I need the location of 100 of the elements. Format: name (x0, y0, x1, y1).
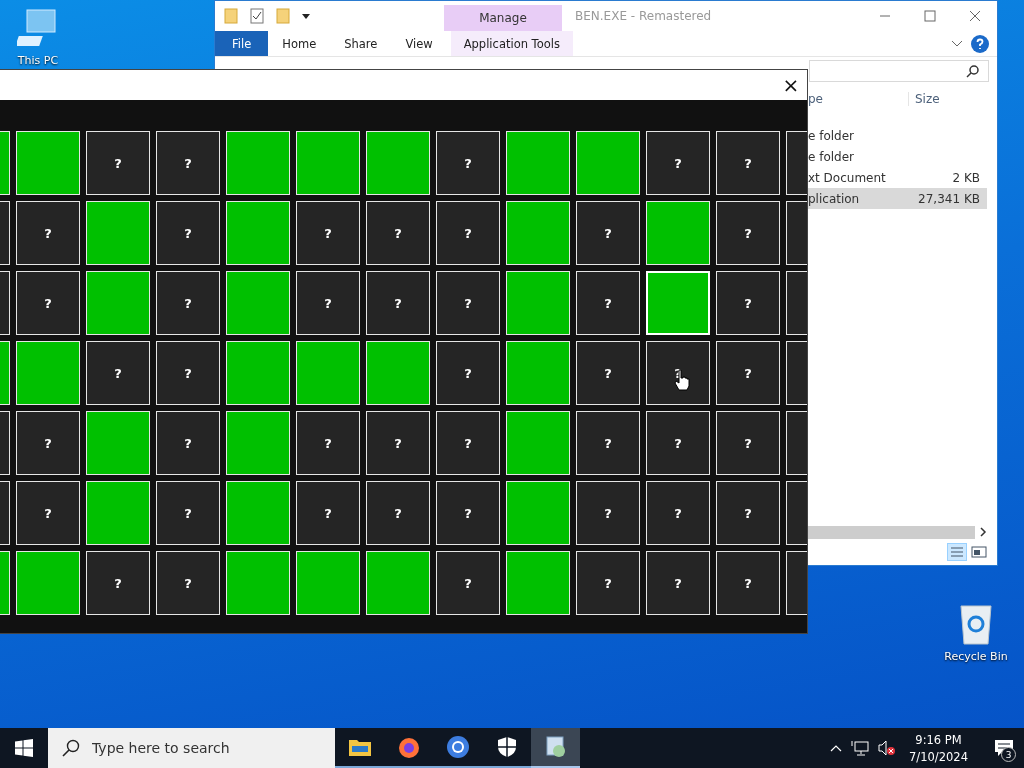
game-tile[interactable]: ? (86, 551, 150, 615)
large-icons-view-icon[interactable] (971, 545, 987, 559)
file-row[interactable]: e folder (804, 146, 987, 167)
game-tile[interactable] (506, 341, 570, 405)
maximize-icon[interactable] (924, 10, 936, 22)
game-tile[interactable]: ? (366, 411, 430, 475)
game-tile[interactable]: ? (156, 341, 220, 405)
game-tile[interactable]: ? (716, 131, 780, 195)
game-tile[interactable] (506, 411, 570, 475)
chevron-icon[interactable] (951, 39, 963, 48)
game-tile[interactable] (296, 131, 360, 195)
game-tile[interactable]: ? (436, 341, 500, 405)
game-tile[interactable]: ? (716, 551, 780, 615)
windows-logo-icon[interactable] (15, 739, 33, 757)
game-tile[interactable] (506, 201, 570, 265)
search-input[interactable]: Type here to search (90, 739, 324, 757)
column-header[interactable]: pe (804, 92, 908, 106)
checkbox-icon[interactable] (250, 8, 264, 24)
game-tile[interactable] (86, 481, 150, 545)
ribbon-tab[interactable]: Share (330, 31, 392, 56)
game-tile[interactable]: ? (16, 201, 80, 265)
game-tile[interactable]: ? (156, 271, 220, 335)
game-tile[interactable]: ? (576, 341, 640, 405)
close-icon[interactable] (969, 10, 981, 22)
game-tile[interactable]: ? (16, 271, 80, 335)
game-tile[interactable] (86, 201, 150, 265)
game-tile[interactable] (16, 551, 80, 615)
game-tile[interactable]: ? (436, 481, 500, 545)
ribbon-tab[interactable]: Home (268, 31, 331, 56)
ribbon-tab[interactable]: File (215, 31, 269, 56)
game-tile[interactable]: ? (16, 481, 80, 545)
game-tile[interactable] (16, 341, 80, 405)
file-row[interactable]: e folder (804, 125, 987, 146)
game-tile[interactable]: ? (156, 481, 220, 545)
game-tile[interactable]: ? (716, 481, 780, 545)
game-tile[interactable]: ? (156, 201, 220, 265)
taskbar-app-button[interactable] (531, 728, 580, 768)
browser-icon[interactable] (445, 735, 470, 759)
network-icon[interactable] (851, 740, 870, 756)
game-tile[interactable] (226, 201, 290, 265)
game-tile[interactable]: ? (576, 271, 640, 335)
game-tile[interactable] (576, 131, 640, 195)
game-tile[interactable] (296, 551, 360, 615)
game-tile[interactable]: ? (576, 481, 640, 545)
game-tile[interactable]: ? (366, 201, 430, 265)
game-tile[interactable]: ? (296, 201, 360, 265)
game-tile[interactable]: ? (296, 271, 360, 335)
game-tile[interactable] (226, 271, 290, 335)
game-tile[interactable] (226, 341, 290, 405)
chevron-up-icon[interactable] (830, 744, 843, 752)
game-tile[interactable] (646, 201, 710, 265)
game-tile[interactable]: ? (86, 131, 150, 195)
game-tile[interactable]: ? (646, 131, 710, 195)
dropdown-icon[interactable] (302, 12, 310, 20)
column-header[interactable]: Size (908, 92, 987, 106)
game-tile[interactable]: ? (576, 551, 640, 615)
game-tile[interactable]: ? (576, 411, 640, 475)
desktop-icon-label[interactable]: Recycle Bin (944, 650, 1008, 663)
game-tile[interactable]: ? (646, 551, 710, 615)
game-tile[interactable] (226, 481, 290, 545)
game-tile[interactable] (16, 131, 80, 195)
game-tile[interactable]: ? (716, 271, 780, 335)
game-tile[interactable]: ? (156, 411, 220, 475)
game-tile[interactable] (226, 551, 290, 615)
file-row[interactable]: xt Document 2 KB (804, 167, 987, 188)
game-tile[interactable] (226, 411, 290, 475)
game-tile[interactable]: ? (156, 131, 220, 195)
game-tile[interactable]: ? (366, 271, 430, 335)
help-icon[interactable] (971, 34, 989, 53)
game-tile[interactable]: ? (646, 481, 710, 545)
game-tile[interactable]: ? (436, 271, 500, 335)
desktop-icon-label[interactable]: This PC (17, 54, 59, 67)
game-tile[interactable]: ? (576, 201, 640, 265)
ribbon-tab[interactable]: View (391, 31, 447, 56)
game-tile[interactable]: ? (156, 551, 220, 615)
game-tile[interactable]: ? (716, 341, 780, 405)
shield-icon[interactable] (496, 736, 517, 758)
game-tile[interactable]: ? (436, 131, 500, 195)
game-tile[interactable] (506, 131, 570, 195)
game-tile[interactable]: ? (436, 551, 500, 615)
app-icon[interactable] (543, 735, 568, 759)
browser-icon[interactable] (396, 735, 421, 759)
game-tile[interactable] (506, 481, 570, 545)
clock-time[interactable]: 9:16 PM (915, 732, 962, 747)
ribbon-tab[interactable]: Application Tools (450, 31, 573, 56)
game-tile[interactable]: ? (296, 411, 360, 475)
game-tile[interactable]: ? (646, 411, 710, 475)
game-tile[interactable]: ? (296, 481, 360, 545)
game-tile[interactable] (86, 271, 150, 335)
muted-speaker-icon[interactable] (878, 740, 897, 756)
game-tile[interactable] (86, 411, 150, 475)
scroll-right-icon[interactable] (979, 527, 987, 537)
game-tile[interactable] (226, 131, 290, 195)
game-tile[interactable]: ? (436, 201, 500, 265)
game-tile[interactable] (296, 341, 360, 405)
folder-icon[interactable] (347, 737, 372, 757)
game-tile[interactable]: ? (436, 411, 500, 475)
game-tile[interactable]: ? (16, 411, 80, 475)
game-tile[interactable]: ? (366, 481, 430, 545)
game-tile[interactable] (366, 341, 430, 405)
